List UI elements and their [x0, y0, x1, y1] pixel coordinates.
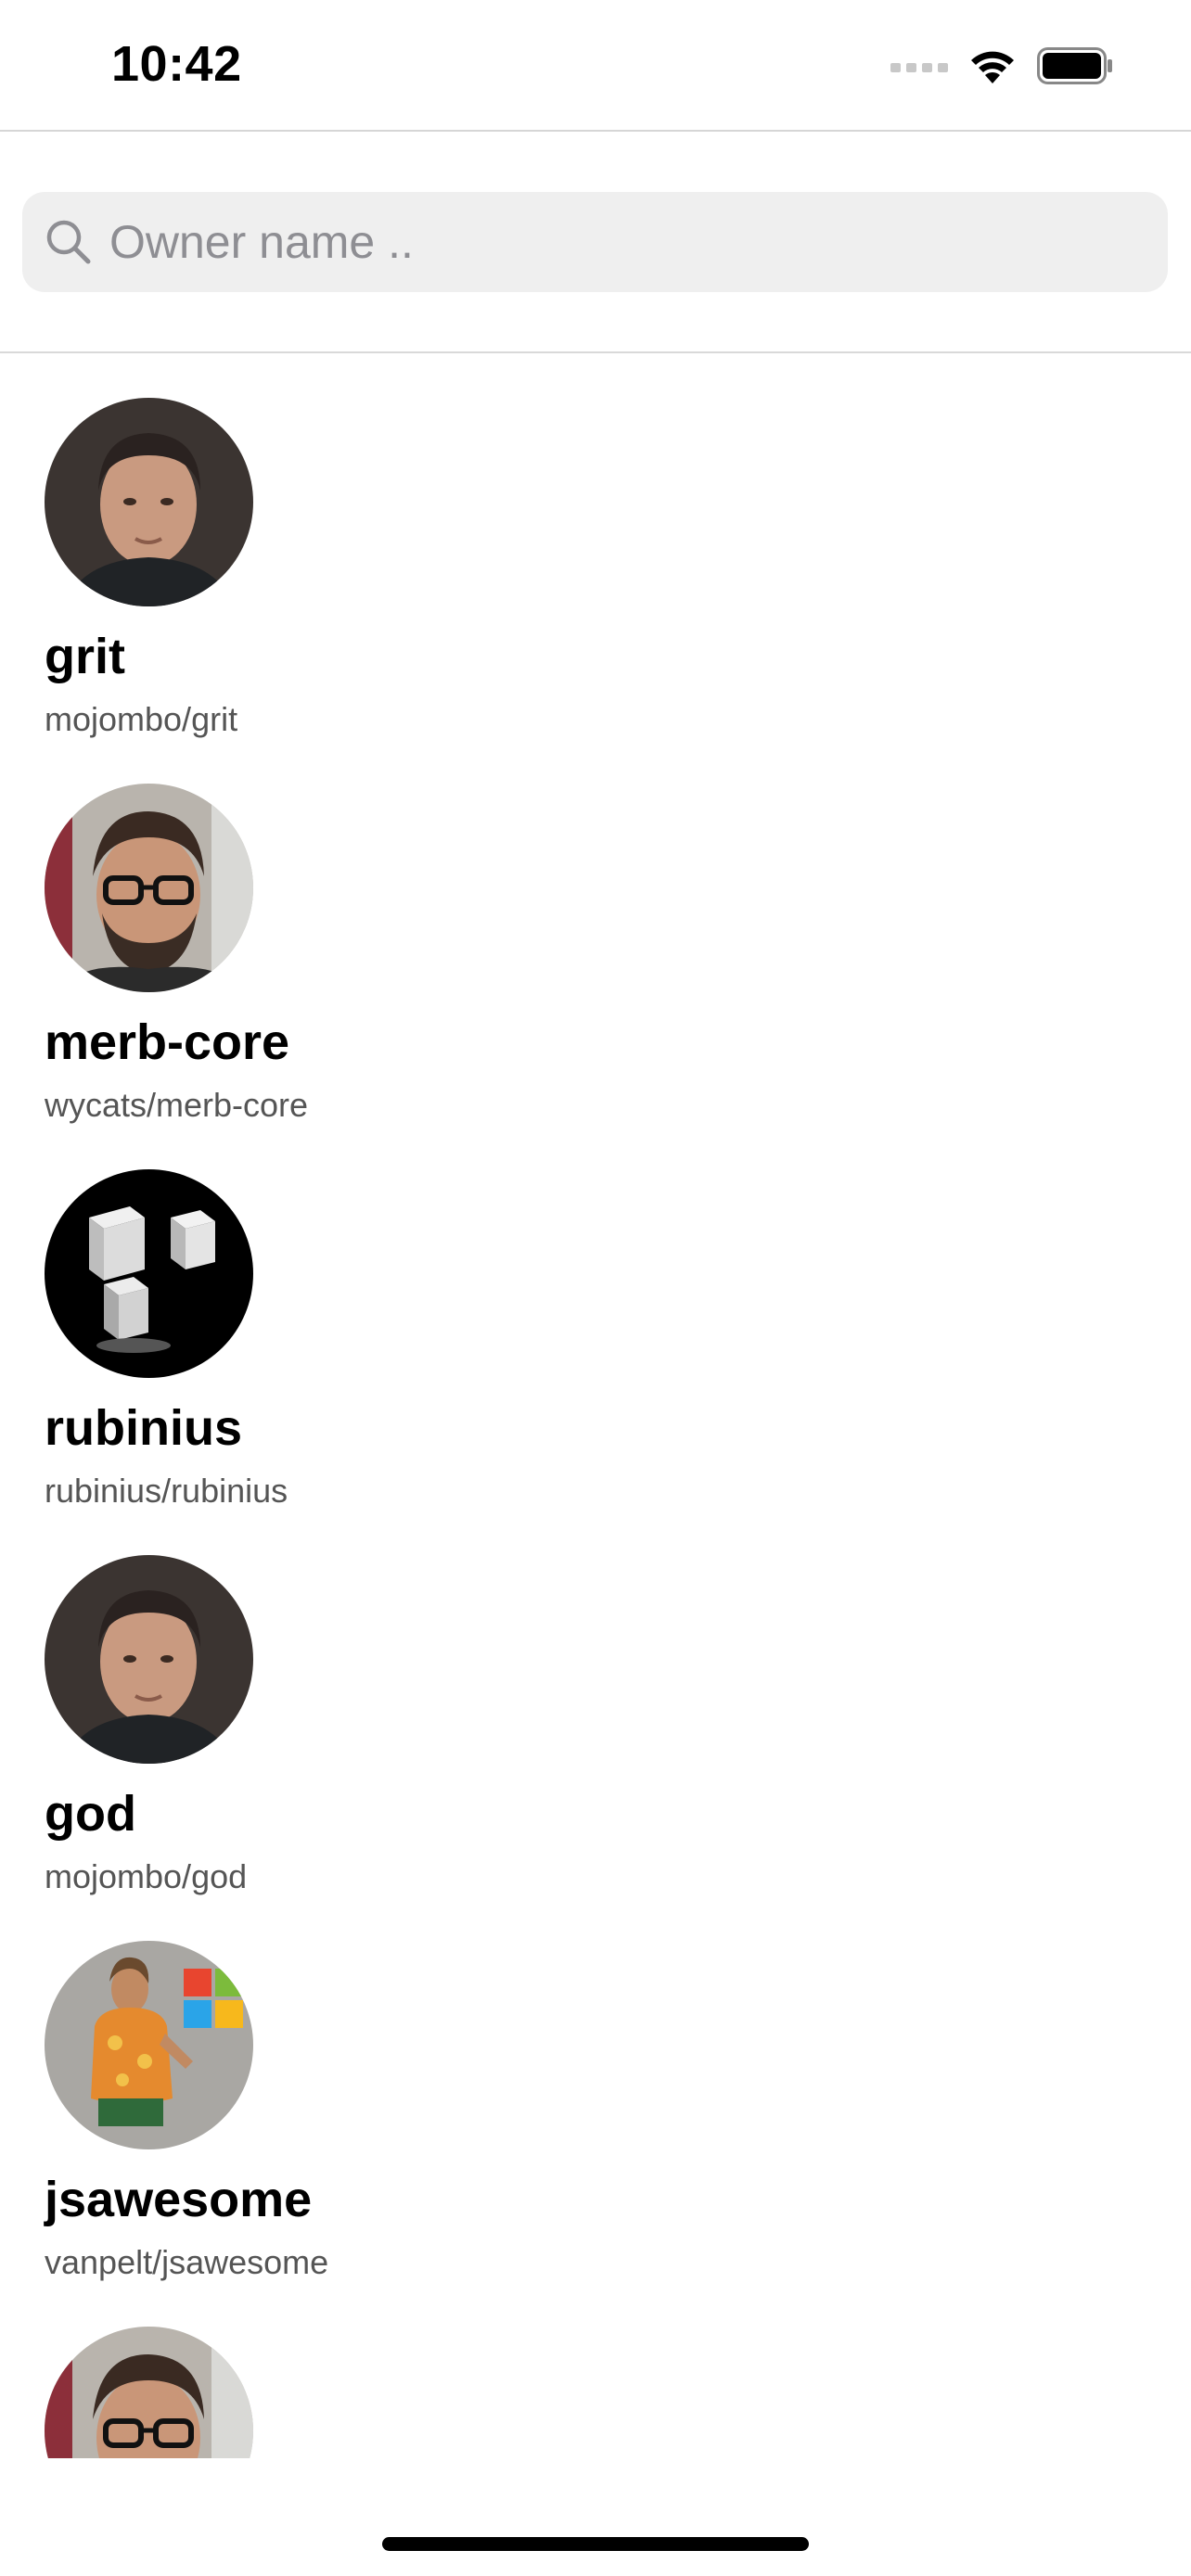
avatar: [45, 2327, 253, 2458]
repo-name: rubinius: [45, 1400, 242, 1456]
wifi-icon: [967, 46, 1018, 90]
repo-list[interactable]: grit mojombo/grit merb-core wycats/merb-…: [0, 353, 1191, 2458]
battery-icon: [1037, 47, 1113, 89]
list-item[interactable]: grit mojombo/grit: [45, 353, 1148, 738]
list-item[interactable]: merb-core wycats/merb-core: [45, 739, 1148, 1124]
repo-full-name: mojombo/grit: [45, 700, 238, 738]
avatar: [45, 784, 253, 992]
home-indicator[interactable]: [382, 2537, 809, 2551]
search-bar[interactable]: [22, 192, 1168, 292]
status-time: 10:42: [111, 36, 242, 92]
avatar: [45, 1941, 253, 2149]
repo-full-name: wycats/merb-core: [45, 1086, 309, 1124]
search-icon: [45, 218, 93, 266]
list-item[interactable]: god mojombo/god: [45, 1511, 1148, 1895]
repo-name: jsawesome: [45, 2172, 313, 2227]
status-bar: 10:42: [0, 0, 1191, 130]
search-input[interactable]: [109, 205, 1130, 279]
avatar: [45, 398, 253, 606]
list-item[interactable]: [45, 2282, 1148, 2458]
status-icons: [890, 46, 1113, 90]
repo-full-name: vanpelt/jsawesome: [45, 2243, 329, 2281]
repo-full-name: mojombo/god: [45, 1857, 248, 1895]
avatar: [45, 1555, 253, 1764]
repo-name: merb-core: [45, 1014, 290, 1070]
nav-divider: [0, 130, 1191, 132]
repo-name: god: [45, 1786, 136, 1842]
repo-full-name: rubinius/rubinius: [45, 1472, 288, 1510]
list-item[interactable]: rubinius rubinius/rubinius: [45, 1125, 1148, 1510]
repo-name: grit: [45, 629, 125, 684]
avatar: [45, 1169, 253, 1378]
list-item[interactable]: jsawesome vanpelt/jsawesome: [45, 1896, 1148, 2281]
cellular-dots-icon: [890, 59, 948, 77]
